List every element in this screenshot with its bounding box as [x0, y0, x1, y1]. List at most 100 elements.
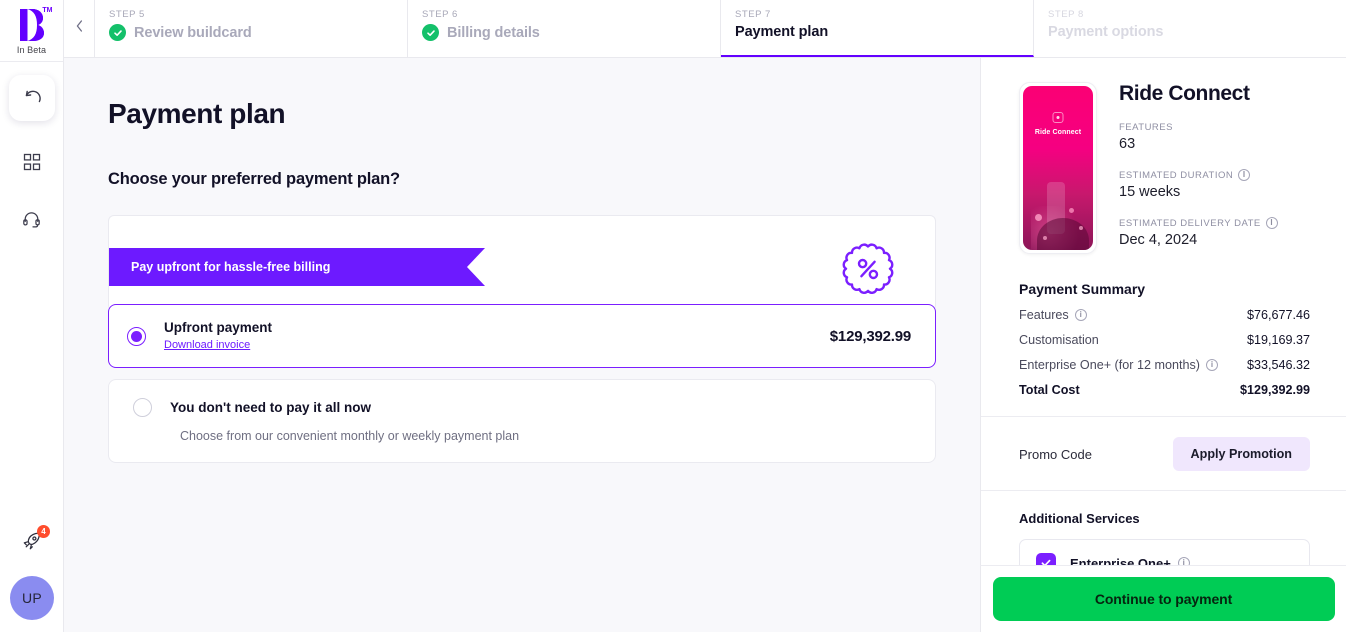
step-number: STEP 6	[422, 9, 458, 20]
delivery-date-value: Dec 4, 2024	[1119, 232, 1198, 248]
product-meta: Ride Connect FEATURES 63 ESTIMATED DURAT…	[1119, 82, 1278, 254]
installment-option-title: You don't need to pay it all now	[170, 400, 371, 415]
summary-label-text: Enterprise One+ (for 12 months)	[1019, 358, 1200, 372]
summary-label-text: Total Cost	[1019, 383, 1080, 397]
step-number: STEP 7	[735, 9, 771, 20]
features-label: FEATURES	[1119, 122, 1278, 133]
page-title: Payment plan	[108, 98, 286, 129]
rail-divider	[0, 61, 63, 62]
stepper: STEP 5 Review buildcard STEP 6 Billing d…	[64, 0, 1346, 58]
info-icon[interactable]: i	[1074, 309, 1087, 321]
back-button[interactable]	[64, 0, 95, 57]
product-preview-thumbnail: Ride Connect	[1019, 82, 1097, 254]
radio-installments[interactable]	[133, 398, 152, 417]
phone-app-name: Ride Connect	[1034, 129, 1082, 136]
info-icon[interactable]: i	[1205, 359, 1218, 371]
summary-value: $76,677.46	[1246, 308, 1310, 322]
step-payment-options[interactable]: STEP 8 Payment options	[1034, 0, 1346, 57]
phone-screen: Ride Connect	[1023, 86, 1093, 250]
dashboard-button[interactable]	[12, 149, 52, 179]
check-icon	[109, 24, 126, 41]
main-content: Payment plan Choose your preferred payme…	[64, 58, 980, 632]
phone-bokeh	[1035, 214, 1042, 221]
step-payment-plan[interactable]: STEP 7 Payment plan	[721, 0, 1034, 57]
payment-option-installments[interactable]: You don't need to pay it all now Choose …	[108, 379, 936, 463]
delivery-date-label: ESTIMATED DELIVERY DATE i	[1119, 217, 1278, 229]
cta-bar: Continue to payment	[980, 565, 1346, 632]
payment-option-upfront[interactable]: Upfront payment Download invoice $129,39…	[108, 304, 936, 368]
additional-services-title: Additional Services	[1019, 511, 1140, 526]
step-number: STEP 5	[109, 9, 145, 20]
headset-icon	[22, 210, 41, 234]
left-rail: TM In Beta 4 UP	[0, 0, 64, 632]
grid-icon	[23, 153, 41, 176]
panel-divider	[981, 416, 1346, 417]
chevron-left-icon	[74, 19, 85, 38]
summary-label-text: Features	[1019, 308, 1069, 322]
percent-badge-icon	[839, 240, 897, 303]
launch-button[interactable]: 4	[15, 525, 50, 560]
rocket-badge: 4	[37, 525, 50, 538]
phone-bokeh	[1079, 226, 1083, 230]
step-label: Review buildcard	[134, 24, 252, 41]
summary-label: Total Cost	[1019, 383, 1080, 397]
summary-row-total: Total Cost $129,392.99	[1019, 383, 1310, 397]
panel-divider	[981, 490, 1346, 491]
phone-bokeh	[1069, 208, 1074, 213]
duration-label: ESTIMATED DURATION i	[1119, 169, 1278, 181]
avatar[interactable]: UP	[10, 576, 54, 620]
info-icon[interactable]: i	[1265, 217, 1278, 229]
body-column: STEP 5 Review buildcard STEP 6 Billing d…	[64, 0, 1346, 632]
installment-option-subtitle: Choose from our convenient monthly or we…	[180, 429, 520, 443]
app-root: TM In Beta 4 UP STEP 5 Review buildcard …	[0, 0, 1346, 632]
meta-label-text: ESTIMATED DURATION	[1119, 169, 1234, 181]
check-icon	[422, 24, 439, 41]
radio-upfront[interactable]	[127, 326, 146, 346]
summary-label: Customisation	[1019, 333, 1099, 347]
summary-row-enterprise: Enterprise One+ (for 12 months) i $33,54…	[1019, 358, 1310, 372]
step-review-buildcard[interactable]: STEP 5 Review buildcard	[95, 0, 408, 57]
summary-value: $19,169.37	[1246, 333, 1310, 347]
summary-row-features: Features i $76,677.46	[1019, 308, 1310, 322]
meta-label-text: ESTIMATED DELIVERY DATE	[1119, 217, 1261, 229]
step-label: Payment options	[1048, 24, 1164, 40]
info-icon[interactable]: i	[1238, 169, 1251, 181]
step-billing-details[interactable]: STEP 6 Billing details	[408, 0, 721, 57]
summary-value: $129,392.99	[1239, 383, 1310, 397]
promo-code-label: Promo Code	[1019, 446, 1092, 462]
installment-option-row: You don't need to pay it all now	[133, 398, 911, 417]
undo-icon	[22, 86, 42, 111]
payment-summary-title: Payment Summary	[1019, 281, 1146, 297]
beta-label: In Beta	[16, 45, 47, 55]
product-row: Ride Connect Ride Connect FEATURES 63 ES…	[1019, 82, 1310, 254]
rail-bottom-group: 4 UP	[0, 525, 64, 620]
phone-bokeh	[1043, 236, 1047, 240]
support-button[interactable]	[12, 207, 52, 237]
summary-panel: Ride Connect Ride Connect FEATURES 63 ES…	[980, 58, 1346, 632]
meta-label-text: FEATURES	[1119, 122, 1173, 133]
upfront-option-title: Upfront payment	[164, 319, 272, 335]
features-value: 63	[1119, 136, 1136, 152]
summary-row-customisation: Customisation $19,169.37	[1019, 333, 1310, 347]
upfront-option-price: $129,392.99	[829, 327, 911, 345]
upfront-ribbon-label: Pay upfront for hassle-free billing	[109, 248, 467, 286]
promo-row: Promo Code Apply Promotion	[1019, 437, 1310, 471]
summary-value: $33,546.32	[1246, 358, 1310, 372]
ribbon-notch	[467, 248, 485, 286]
content-wrap: Payment plan Choose your preferred payme…	[64, 58, 1346, 632]
continue-to-payment-button[interactable]: Continue to payment	[992, 577, 1335, 621]
apply-promotion-button[interactable]: Apply Promotion	[1172, 437, 1310, 471]
summary-label: Features i	[1019, 308, 1087, 322]
step-label: Billing details	[447, 24, 540, 41]
summary-label-text: Customisation	[1019, 333, 1099, 347]
download-invoice-link[interactable]: Download invoice	[164, 339, 250, 351]
step-label: Payment plan	[735, 24, 829, 40]
builder-b-logo-icon: TM	[18, 7, 53, 42]
product-title: Ride Connect	[1119, 82, 1250, 105]
promo-banner-card: Pay upfront for hassle-free billing	[108, 215, 936, 311]
trademark-mark: TM	[42, 7, 53, 14]
undo-button[interactable]	[8, 75, 55, 121]
upfront-option-texts: Upfront payment Download invoice	[164, 320, 830, 353]
app-logo-icon	[1052, 112, 1064, 123]
brand-logo[interactable]: TM In Beta	[0, 7, 63, 55]
